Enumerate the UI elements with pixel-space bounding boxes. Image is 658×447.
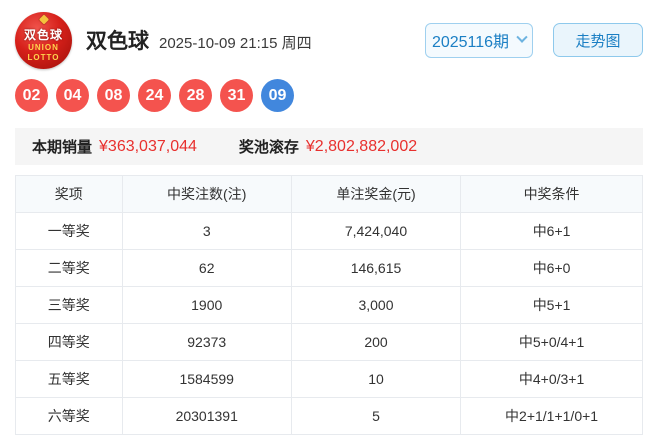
table-cell: 五等奖	[15, 360, 123, 398]
table-cell: 中4+0/3+1	[460, 360, 643, 398]
table-cell: 1584599	[121, 360, 292, 398]
table-cell: 92373	[121, 323, 292, 361]
lottery-ball-red: 04	[56, 79, 89, 112]
title-block: 双色球 2025-10-09 21:15 周四	[86, 25, 425, 55]
lottery-ball-red: 24	[138, 79, 171, 112]
trend-chart-label: 走势图	[575, 32, 621, 50]
sales-label: 本期销量	[32, 139, 93, 156]
table-cell: 200	[290, 323, 462, 361]
table-cell: 3	[121, 212, 292, 250]
lottery-ball-red: 08	[97, 79, 130, 112]
column-header: 中奖注数(注)	[121, 175, 292, 213]
table-row: 四等奖 92373 200 中5+0/4+1	[15, 323, 643, 361]
table-cell: 中6+1	[460, 212, 643, 250]
summary-bar: 本期销量 ¥363,037,044 奖池滚存 ¥2,802,882,002	[15, 128, 643, 165]
lottery-ball-red: 02	[15, 79, 48, 112]
header: 双色球 UNION LOTTO 双色球 2025-10-09 21:15 周四 …	[0, 0, 658, 70]
table-cell: 六等奖	[15, 397, 123, 435]
table-cell: 中6+0	[460, 249, 643, 287]
column-header: 单注奖金(元)	[290, 175, 462, 213]
table-cell: 7,424,040	[290, 212, 462, 250]
table-row: 二等奖 62 146,615 中6+0	[15, 249, 643, 287]
table-cell: 20301391	[121, 397, 292, 435]
table-row: 一等奖 3 7,424,040 中6+1	[15, 212, 643, 250]
lottery-ball-red: 31	[220, 79, 253, 112]
issue-selector-dropdown[interactable]: 2025116期	[425, 22, 533, 58]
prize-table: 奖项 中奖注数(注) 单注奖金(元) 中奖条件 一等奖 3 7,424,040 中6+1 二等…	[15, 175, 643, 435]
draw-datetime: 2025-10-09 21:15 周四	[159, 35, 312, 52]
table-cell: 二等奖	[15, 249, 123, 287]
table-cell: 5	[290, 397, 462, 435]
table-row: 六等奖 20301391 5 中2+1/1+1/0+1	[15, 397, 643, 435]
table-cell: 146,615	[290, 249, 462, 287]
table-cell: 三等奖	[15, 286, 123, 324]
table-row: 五等奖 1584599 10 中4+0/3+1	[15, 360, 643, 398]
page-title: 双色球	[86, 30, 149, 53]
pool-value: ¥2,802,882,002	[305, 137, 418, 155]
trend-chart-button[interactable]: 走势图	[553, 23, 643, 57]
column-header: 中奖条件	[460, 175, 643, 213]
logo-text-cn: 双色球	[23, 28, 63, 43]
lantern-icon	[37, 12, 50, 26]
table-cell: 中2+1/1+1/0+1	[460, 397, 643, 435]
logo-text-lotto: LOTTO	[27, 52, 60, 62]
header-row: 奖项 中奖注数(注) 单注奖金(元) 中奖条件	[15, 175, 643, 213]
table-cell: 3,000	[290, 286, 462, 324]
table-cell: 1900	[121, 286, 292, 324]
prize-table-body: 一等奖 3 7,424,040 中6+1 二等奖 62 146,615 中6+0 三等奖 1900…	[15, 212, 643, 435]
prize-table-head: 奖项 中奖注数(注) 单注奖金(元) 中奖条件	[15, 175, 643, 213]
header-actions: 2025116期 走势图	[425, 22, 643, 58]
issue-selector-label: 2025116期	[431, 34, 510, 51]
lottery-ball-blue: 09	[261, 79, 294, 112]
table-cell: 中5+1	[460, 286, 643, 324]
table-cell: 10	[290, 360, 462, 398]
logo-text-union: UNION	[28, 43, 59, 53]
table-cell: 一等奖	[15, 212, 123, 250]
table-cell: 中5+0/4+1	[460, 323, 643, 361]
winning-numbers-row: 02 04 08 24 28 31 09	[0, 70, 658, 112]
sales-value: ¥363,037,044	[99, 137, 197, 155]
column-header: 奖项	[15, 175, 123, 213]
union-lotto-logo: 双色球 UNION LOTTO	[15, 11, 72, 69]
table-cell: 62	[121, 249, 292, 287]
pool-label: 奖池滚存	[238, 139, 299, 156]
chevron-down-icon	[516, 31, 528, 43]
lottery-ball-red: 28	[179, 79, 212, 112]
table-row: 三等奖 1900 3,000 中5+1	[15, 286, 643, 324]
lottery-results-page: 双色球 UNION LOTTO 双色球 2025-10-09 21:15 周四 …	[0, 0, 658, 447]
table-cell: 四等奖	[15, 323, 123, 361]
